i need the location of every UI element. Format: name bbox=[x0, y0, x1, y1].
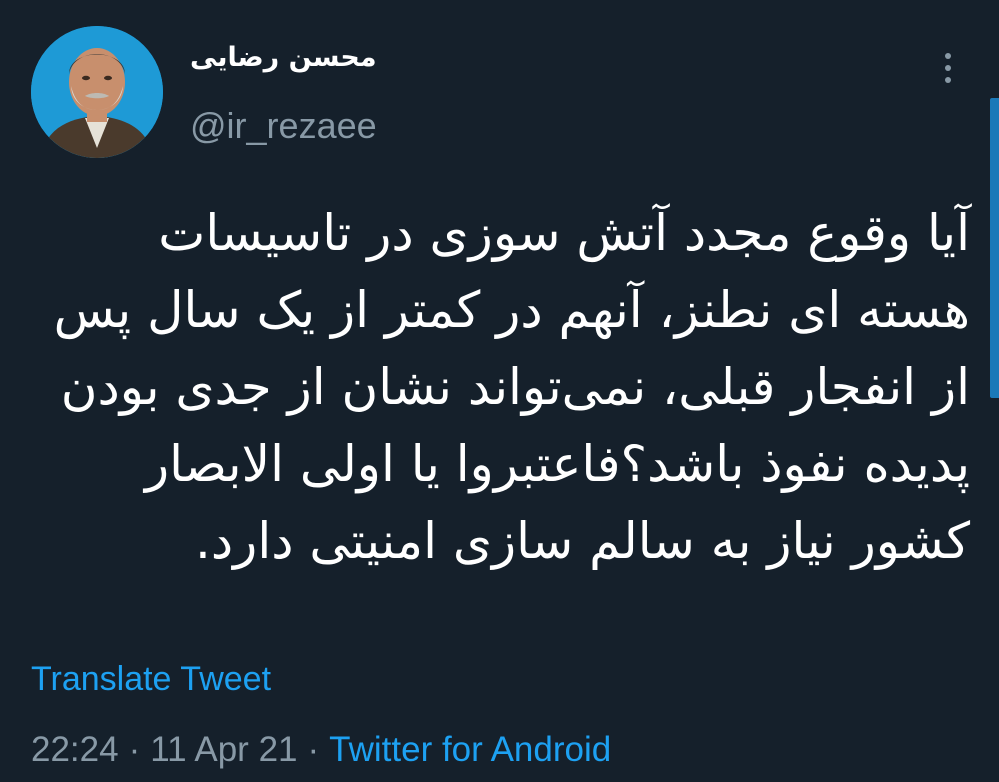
tweet-meta: 22:24 · 11 Apr 21 · Twitter for Android bbox=[31, 730, 611, 770]
tweet-date[interactable]: 11 Apr 21 bbox=[150, 730, 297, 769]
profile-photo bbox=[31, 26, 163, 158]
meta-separator: · bbox=[307, 730, 320, 769]
avatar[interactable] bbox=[31, 26, 163, 158]
scrollbar-thumb[interactable] bbox=[990, 98, 999, 398]
tweet-source-link[interactable]: Twitter for Android bbox=[329, 730, 611, 769]
tweet-line: کشور نیاز به سالم سازی امنیتی دارد. bbox=[195, 512, 970, 570]
translate-tweet-link[interactable]: Translate Tweet bbox=[31, 660, 271, 699]
tweet-line: از انفجار قبلی، نمی‌تواند نشان از جدی بو… bbox=[60, 358, 970, 416]
tweet-detail-screen: محسن رضایی @ir_rezaee آیا وقوع مجدد آتش … bbox=[0, 0, 999, 782]
tweet-time[interactable]: 22:24 bbox=[31, 730, 119, 769]
tweet-line: آیا وقوع مجدد آتش سوزی در تاسیسات bbox=[158, 204, 970, 262]
author-display-name[interactable]: محسن رضایی bbox=[190, 42, 377, 73]
tweet-line: پدیده نفوذ باشد؟فاعتبروا یا اولی الابصار bbox=[144, 435, 970, 493]
author-handle[interactable]: @ir_rezaee bbox=[190, 105, 377, 147]
tweet-text: آیا وقوع مجدد آتش سوزی در تاسیسات هسته ا… bbox=[28, 195, 970, 580]
meta-separator: · bbox=[128, 730, 141, 769]
more-vertical-icon[interactable] bbox=[940, 52, 956, 84]
tweet-line: هسته ای نطنز، آنهم در کمتر از یک سال پس bbox=[53, 281, 970, 339]
